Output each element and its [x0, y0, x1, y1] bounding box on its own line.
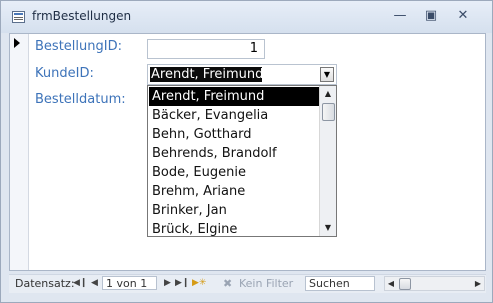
bestelldatum-label: Bestelldatum: [35, 92, 126, 107]
scroll-up-icon[interactable]: ▲ [320, 86, 336, 102]
dropdown-scrollbar[interactable]: ▲ ▼ [319, 86, 336, 236]
scroll-left-icon[interactable]: ◀ [385, 277, 397, 290]
window-title: frmBestellungen [32, 9, 132, 23]
scroll-down-icon[interactable]: ▼ [320, 220, 336, 236]
horizontal-scroll-thumb[interactable] [399, 278, 411, 290]
form-icon [12, 11, 25, 23]
dropdown-item[interactable]: Arendt, Freimund [149, 87, 319, 106]
first-record-icon[interactable]: ◀❙ [73, 276, 87, 291]
kundeid-combobox[interactable]: Arendt, Freimund ▼ [147, 64, 337, 85]
kundeid-value[interactable]: Arendt, Freimund [150, 67, 262, 82]
scroll-thumb[interactable] [322, 103, 335, 121]
dropdown-item[interactable]: Bode, Eugenie [149, 163, 319, 182]
dropdown-arrow-icon[interactable]: ▼ [320, 67, 334, 82]
form-detail-area: BestellungID: 1 KundeID: Arendt, Freimun… [9, 33, 486, 271]
record-number-field[interactable]: 1 von 1 [102, 276, 157, 290]
current-record-arrow-icon [14, 38, 20, 48]
restore-icon[interactable]: ▣ [422, 9, 440, 23]
dropdown-item[interactable]: Behn, Gotthard [149, 125, 319, 144]
previous-record-icon[interactable]: ◀ [88, 276, 101, 291]
record-label: Datensatz: [15, 277, 75, 290]
scroll-right-icon[interactable]: ▶ [472, 277, 484, 290]
next-record-icon[interactable]: ▶ [161, 276, 174, 291]
dropdown-item[interactable]: Bäcker, Evangelia [149, 106, 319, 125]
dropdown-item[interactable]: Behrends, Brandolf [149, 144, 319, 163]
bestellungid-field[interactable]: 1 [147, 39, 265, 59]
filter-button[interactable]: Kein Filter [239, 277, 293, 290]
minimize-icon[interactable]: — [391, 9, 409, 23]
kundeid-label: KundeID: [35, 66, 94, 81]
search-input[interactable]: Suchen [305, 276, 375, 291]
close-icon[interactable]: ✕ [454, 9, 472, 23]
dropdown-item[interactable]: Brehm, Ariane [149, 182, 319, 201]
horizontal-scrollbar[interactable]: ◀ ▶ [384, 276, 485, 291]
dropdown-item[interactable]: Brück, Elgine [149, 220, 319, 239]
last-record-icon[interactable]: ▶❙ [175, 276, 189, 291]
kundeid-dropdown-list: Arendt, Freimund Bäcker, Evangelia Behn,… [147, 85, 337, 237]
title-bar: frmBestellungen — ▣ ✕ [1, 1, 492, 33]
form-window: frmBestellungen — ▣ ✕ BestellungID: 1 Ku… [0, 0, 493, 303]
dropdown-item[interactable]: Brinker, Jan [149, 201, 319, 220]
record-navigation-bar: Datensatz: ◀❙ ◀ 1 von 1 ▶ ▶❙ ▶✳ ✖ Kein F… [9, 274, 486, 293]
bestellungid-label: BestellungID: [35, 39, 122, 54]
record-selector[interactable] [10, 34, 29, 270]
no-filter-icon[interactable]: ✖ [223, 276, 237, 291]
new-record-icon[interactable]: ▶✳ [192, 276, 206, 291]
